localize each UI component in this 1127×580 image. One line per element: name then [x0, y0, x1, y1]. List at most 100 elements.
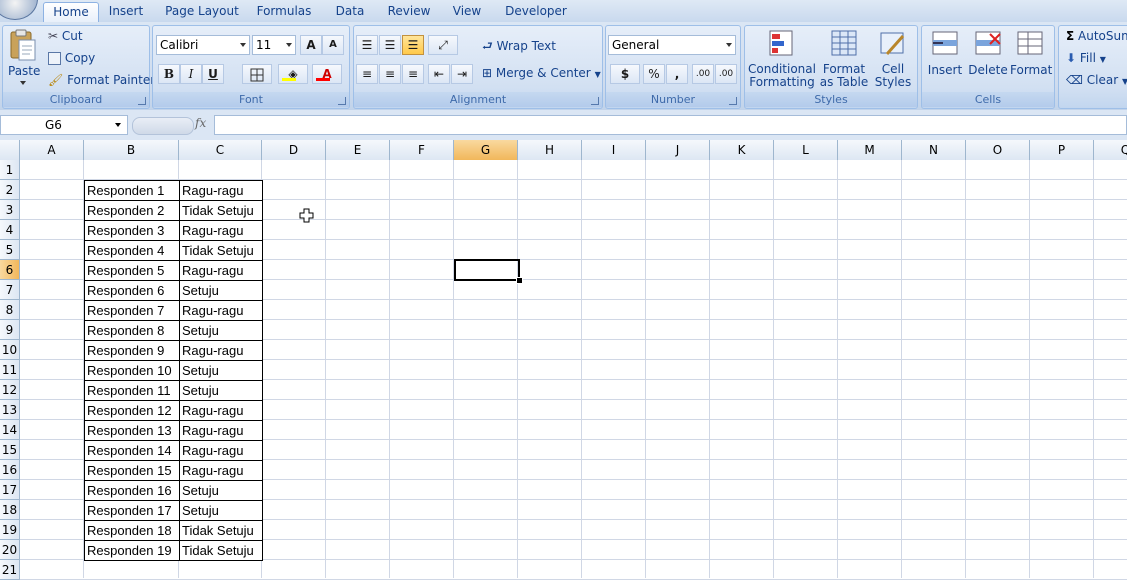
bottom-align-button[interactable]: ☰ [402, 35, 424, 55]
name-box[interactable]: G6 [0, 115, 128, 135]
cell-c3[interactable]: Tidak Setuju [179, 200, 263, 221]
decrease-decimal-button[interactable]: .00 [715, 64, 737, 84]
row-header-6[interactable]: 6 [0, 260, 20, 280]
cell-b16[interactable]: Responden 15 [84, 460, 180, 481]
cell-c7[interactable]: Setuju [179, 280, 263, 301]
tab-view[interactable]: View [447, 2, 487, 22]
tab-review[interactable]: Review [383, 2, 435, 22]
column-header-b[interactable]: B [84, 140, 179, 160]
row-header-2[interactable]: 2 [0, 180, 20, 200]
column-header-f[interactable]: F [390, 140, 454, 160]
column-header-i[interactable]: I [582, 140, 646, 160]
cell-c19[interactable]: Tidak Setuju [179, 520, 263, 541]
cell-b19[interactable]: Responden 18 [84, 520, 180, 541]
cell-b9[interactable]: Responden 8 [84, 320, 180, 341]
cell-b20[interactable]: Responden 19 [84, 540, 180, 561]
currency-button[interactable]: $ [610, 64, 640, 84]
number-launcher-icon[interactable] [729, 97, 737, 105]
font-color-button[interactable]: A [312, 64, 342, 84]
row-header-11[interactable]: 11 [0, 360, 20, 380]
formula-bar-splitter[interactable] [132, 117, 194, 135]
borders-button[interactable] [242, 64, 272, 84]
autosum-button[interactable]: Σ AutoSum [1066, 29, 1127, 43]
cell-c16[interactable]: Ragu-ragu [179, 460, 263, 481]
column-header-l[interactable]: L [774, 140, 838, 160]
cell-b2[interactable]: Responden 1 [84, 180, 180, 201]
cell-b11[interactable]: Responden 10 [84, 360, 180, 381]
cell-c12[interactable]: Setuju [179, 380, 263, 401]
row-header-10[interactable]: 10 [0, 340, 20, 360]
column-header-q[interactable]: Q [1094, 140, 1127, 160]
align-center-button[interactable]: ≡ [379, 64, 401, 84]
fill-handle[interactable] [516, 277, 523, 284]
row-header-1[interactable]: 1 [0, 160, 20, 180]
cell-c8[interactable]: Ragu-ragu [179, 300, 263, 321]
cell-c13[interactable]: Ragu-ragu [179, 400, 263, 421]
row-header-19[interactable]: 19 [0, 520, 20, 540]
format-as-table-button[interactable]: Format as Table [818, 28, 870, 90]
clear-button[interactable]: ⌫ Clear ▼ [1066, 73, 1127, 87]
cell-c9[interactable]: Setuju [179, 320, 263, 341]
alignment-launcher-icon[interactable] [591, 97, 599, 105]
column-header-h[interactable]: H [518, 140, 582, 160]
bold-button[interactable]: B [158, 64, 180, 84]
row-header-7[interactable]: 7 [0, 280, 20, 300]
row-header-17[interactable]: 17 [0, 480, 20, 500]
cell-b12[interactable]: Responden 11 [84, 380, 180, 401]
row-header-15[interactable]: 15 [0, 440, 20, 460]
cell-b5[interactable]: Responden 4 [84, 240, 180, 261]
cell-b15[interactable]: Responden 14 [84, 440, 180, 461]
cell-c17[interactable]: Setuju [179, 480, 263, 501]
top-align-button[interactable]: ☰ [356, 35, 378, 55]
font-size-select[interactable]: 11 [252, 35, 296, 55]
row-header-8[interactable]: 8 [0, 300, 20, 320]
paste-dropdown-icon[interactable] [20, 81, 26, 85]
row-header-18[interactable]: 18 [0, 500, 20, 520]
cell-c2[interactable]: Ragu-ragu [179, 180, 263, 201]
format-cells-button[interactable]: Format [1010, 28, 1052, 90]
middle-align-button[interactable]: ☰ [379, 35, 401, 55]
tab-home[interactable]: Home [43, 2, 99, 24]
cell-b18[interactable]: Responden 17 [84, 500, 180, 521]
tab-formulas[interactable]: Formulas [252, 2, 316, 22]
cell-c18[interactable]: Setuju [179, 500, 263, 521]
formula-input[interactable] [214, 115, 1127, 135]
cell-b13[interactable]: Responden 12 [84, 400, 180, 421]
row-header-16[interactable]: 16 [0, 460, 20, 480]
cell-c15[interactable]: Ragu-ragu [179, 440, 263, 461]
row-header-4[interactable]: 4 [0, 220, 20, 240]
column-header-a[interactable]: A [20, 140, 84, 160]
row-header-9[interactable]: 9 [0, 320, 20, 340]
decrease-indent-button[interactable]: ⇤ [428, 64, 450, 84]
column-header-o[interactable]: O [966, 140, 1030, 160]
clipboard-launcher-icon[interactable] [138, 97, 146, 105]
comma-button[interactable]: , [666, 64, 688, 84]
cell-b8[interactable]: Responden 7 [84, 300, 180, 321]
wrap-text-button[interactable]: ⮐ Wrap Text [482, 37, 556, 58]
font-launcher-icon[interactable] [338, 97, 346, 105]
column-header-m[interactable]: M [838, 140, 902, 160]
conditional-formatting-button[interactable]: Conditional Formatting [748, 28, 816, 90]
font-name-select[interactable]: Calibri [156, 35, 250, 55]
row-header-21[interactable]: 21 [0, 560, 20, 580]
percent-button[interactable]: % [643, 64, 665, 84]
column-header-j[interactable]: J [646, 140, 710, 160]
column-header-d[interactable]: D [262, 140, 326, 160]
column-header-c[interactable]: C [179, 140, 262, 160]
column-header-g[interactable]: G [454, 140, 518, 160]
cell-c10[interactable]: Ragu-ragu [179, 340, 263, 361]
cell-styles-button[interactable]: Cell Styles [872, 28, 914, 90]
tab-data[interactable]: Data [330, 2, 370, 22]
cell-b14[interactable]: Responden 13 [84, 420, 180, 441]
increase-indent-button[interactable]: ⇥ [451, 64, 473, 84]
orientation-button[interactable]: ⤢ [428, 35, 458, 55]
shrink-font-button[interactable]: A [322, 35, 344, 55]
underline-button[interactable]: U [202, 64, 224, 84]
cell-c6[interactable]: Ragu-ragu [179, 260, 263, 281]
cell-b7[interactable]: Responden 6 [84, 280, 180, 301]
fill-color-button[interactable]: ◈ [278, 64, 308, 84]
cell-c4[interactable]: Ragu-ragu [179, 220, 263, 241]
format-painter-button[interactable]: 🖌 Format Painter [48, 73, 155, 87]
row-header-3[interactable]: 3 [0, 200, 20, 220]
cut-button[interactable]: ✂ Cut [48, 29, 83, 43]
